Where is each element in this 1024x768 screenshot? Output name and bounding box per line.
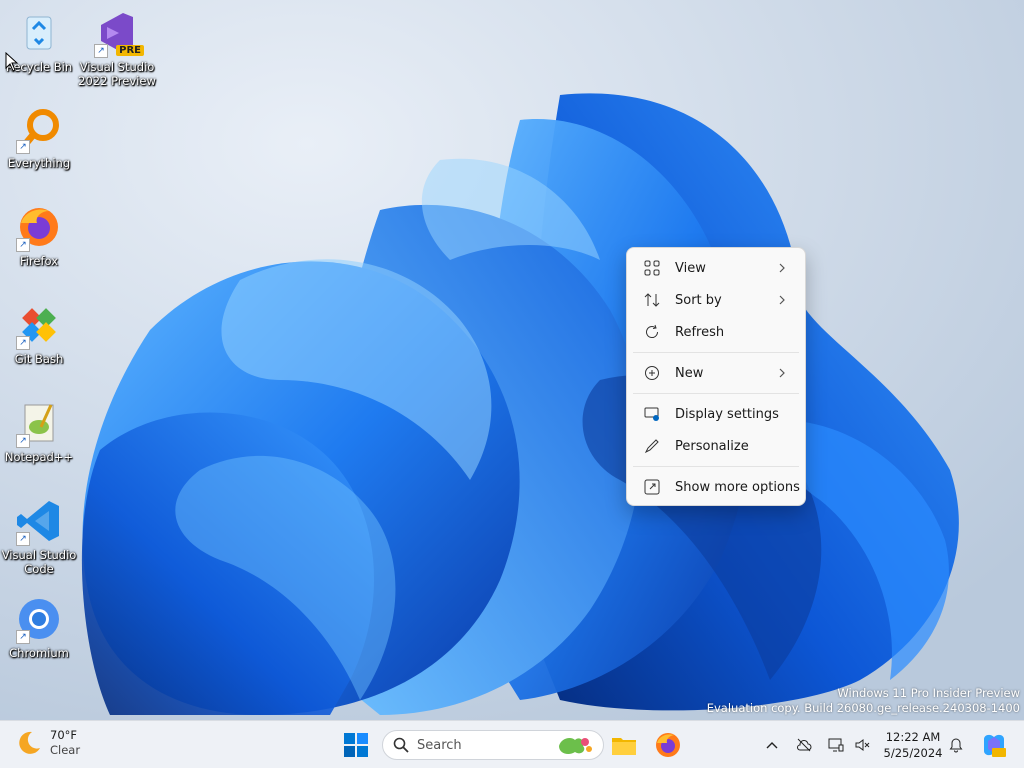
menu-item-refresh[interactable]: Refresh [631,316,801,348]
chromium-icon: ↗ [14,594,64,644]
expand-icon [643,478,661,496]
chevron-right-icon [779,295,785,305]
shortcut-arrow-icon: ↗ [16,238,30,252]
grid-view-icon [643,259,661,277]
pre-badge: PRE [116,45,144,56]
desktop-icon-label: Notepad++ [4,450,74,464]
desktop-icon-label: Chromium [9,646,69,660]
desktop-icon-firefox[interactable]: ↗ Firefox [0,202,78,268]
shortcut-arrow-icon: ↗ [16,532,30,546]
clock-time: 12:22 AM [885,730,941,744]
evaluation-watermark: Windows 11 Pro Insider Preview Evaluatio… [707,686,1020,716]
search-placeholder: Search [417,737,462,753]
desktop-icon-visual-studio-preview[interactable]: PRE ↗ Visual Studio 2022 Preview [78,8,156,88]
menu-item-personalize[interactable]: Personalize [631,430,801,462]
menu-item-label: Show more options [675,479,800,495]
search-highlight-icon [559,738,592,754]
shortcut-arrow-icon: ↗ [16,630,30,644]
vscode-icon: ↗ [14,496,64,546]
menu-item-label: Sort by [675,292,722,308]
menu-item-label: Display settings [675,406,779,422]
weather-condition: Clear [50,743,81,757]
menu-separator [633,466,799,467]
desktop-icon-everything[interactable]: ↗ Everything [0,104,78,170]
menu-item-show-more-options[interactable]: Show more options [631,471,801,503]
menu-item-label: Refresh [675,324,725,340]
git-bash-icon: ↗ [14,300,64,350]
mouse-cursor-icon [5,52,19,72]
watermark-line-2: Evaluation copy. Build 26080.ge_release.… [706,701,1020,715]
chevron-up-icon[interactable] [764,737,780,753]
refresh-icon [643,323,661,341]
menu-separator [633,352,799,353]
desktop-icon-notepad-plus-plus[interactable]: ↗ Notepad++ [0,398,78,464]
menu-item-label: View [675,260,706,276]
menu-item-display-settings[interactable]: Display settings [631,398,801,430]
sort-icon [643,291,661,309]
start-button[interactable] [342,731,370,759]
taskbar: 70°F Clear Search 12:22 AM 5/25/2024 [0,720,1024,768]
firefox-taskbar-icon[interactable] [654,731,682,759]
file-explorer-icon[interactable] [610,731,638,759]
desktop-icon-label: Firefox [19,254,59,268]
notepad-plus-plus-icon: ↗ [14,398,64,448]
shortcut-arrow-icon: ↗ [16,434,30,448]
menu-item-label: New [675,365,704,381]
chevron-right-icon [779,263,785,273]
desktop-context-menu: View Sort by Refresh New Display setting… [626,247,806,506]
network-display-icon[interactable] [828,737,844,753]
desktop-icon-chromium[interactable]: ↗ Chromium [0,594,78,660]
taskbar-search-box[interactable]: Search [382,730,604,760]
plus-circle-icon [643,364,661,382]
desktop[interactable]: Recycle Bin PRE ↗ Visual Studio 2022 Pre… [0,0,1024,720]
desktop-icon-vscode[interactable]: ↗ Visual Studio Code [0,496,78,576]
pen-icon [643,437,661,455]
menu-separator [633,393,799,394]
desktop-icon-label: Visual Studio 2022 Preview [78,60,156,88]
chevron-right-icon [779,368,785,378]
menu-item-sort-by[interactable]: Sort by [631,284,801,316]
notification-bell-icon[interactable] [948,737,964,753]
display-settings-icon [643,405,661,423]
weather-widget[interactable]: 70°F Clear [14,728,80,758]
clock-date: 5/25/2024 [883,746,943,760]
everything-search-icon: ↗ [14,104,64,154]
search-icon [393,737,409,753]
watermark-line-1: Windows 11 Pro Insider Preview [837,686,1020,700]
weather-temperature: 70°F [50,728,77,742]
firefox-icon: ↗ [14,202,64,252]
desktop-icon-git-bash[interactable]: ↗ Git Bash [0,300,78,366]
menu-item-new[interactable]: New [631,357,801,389]
desktop-icon-label: Visual Studio Code [1,548,77,576]
shortcut-arrow-icon: ↗ [16,140,30,154]
cloud-offline-icon[interactable] [796,737,812,753]
desktop-icon-label: Everything [7,156,71,170]
copilot-preview-icon[interactable] [980,731,1008,759]
visual-studio-preview-icon: PRE ↗ [92,8,144,58]
shortcut-arrow-icon: ↗ [94,44,108,58]
menu-item-view[interactable]: View [631,252,801,284]
volume-muted-icon[interactable] [854,737,870,753]
menu-item-label: Personalize [675,438,749,454]
wallpaper-bloom [0,0,1024,720]
moon-icon [19,731,40,754]
taskbar-clock[interactable]: 12:22 AM 5/25/2024 [880,729,946,761]
shortcut-arrow-icon: ↗ [16,336,30,350]
desktop-icon-label: Git Bash [14,352,64,366]
recycle-bin-icon [14,8,64,58]
